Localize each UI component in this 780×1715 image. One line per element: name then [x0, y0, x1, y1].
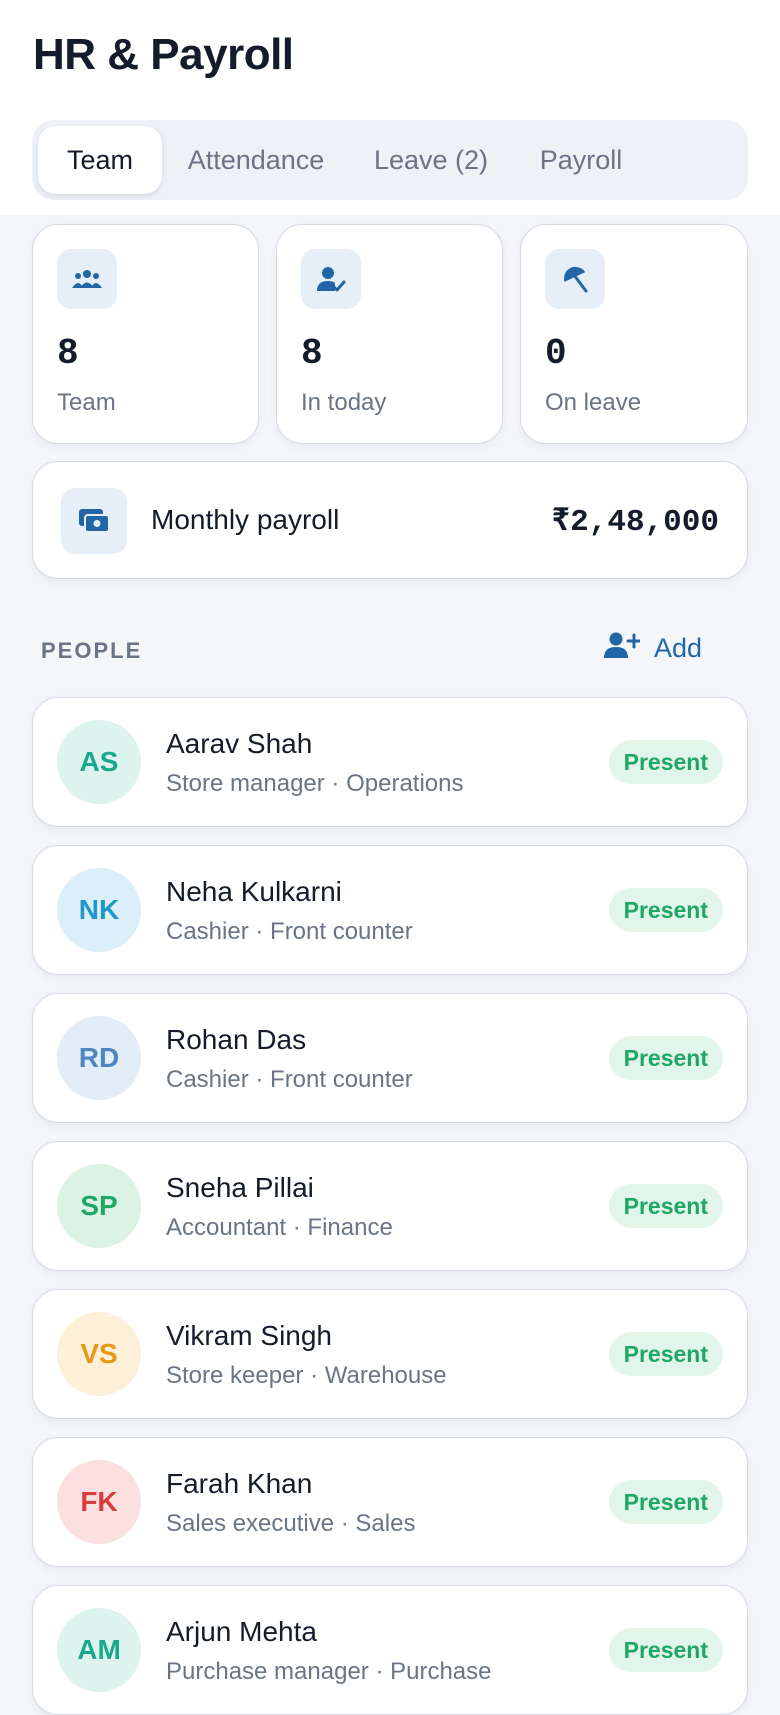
- person-card[interactable]: FK Farah Khan Sales executive · Sales Prese…: [32, 1437, 748, 1567]
- avatar: SP: [57, 1164, 141, 1248]
- stat-value: 0: [545, 333, 567, 374]
- avatar: RD: [57, 1016, 141, 1100]
- stat-label: In today: [301, 389, 387, 416]
- status-badge: Present: [608, 1480, 723, 1524]
- person-name: Neha Kulkarni: [166, 876, 342, 907]
- person-card[interactable]: AS Aarav Shah Store manager · Operations Pr…: [32, 697, 748, 827]
- avatar: FK: [57, 1460, 141, 1544]
- payroll-summary-card[interactable]: Monthly payroll ₹2,48,000: [32, 461, 748, 579]
- status-badge: Present: [608, 1628, 723, 1672]
- avatar: AS: [57, 720, 141, 804]
- stat-value: 8: [57, 333, 79, 374]
- payroll-label: Monthly payroll: [151, 504, 340, 535]
- avatar: NK: [57, 868, 141, 952]
- people-section-label: PEOPLE: [41, 638, 143, 663]
- person-name: Rohan Das: [166, 1024, 307, 1055]
- user-check-icon: [301, 249, 361, 309]
- status-badge: Present: [608, 740, 723, 784]
- status-badge: Present: [608, 1332, 723, 1376]
- add-person-button[interactable]: Add: [604, 628, 702, 668]
- stat-label: Team: [57, 389, 116, 416]
- stat-value: 8: [301, 333, 323, 374]
- tab-team[interactable]: Team: [38, 126, 162, 194]
- person-name: Arjun Mehta: [166, 1616, 317, 1647]
- person-card[interactable]: SP Sneha Pillai Accountant · Finance Presen…: [32, 1141, 748, 1271]
- money-icon: [61, 488, 127, 554]
- person-role: Cashier · Front counter: [166, 918, 413, 945]
- person-name: Farah Khan: [166, 1468, 313, 1499]
- tab-payroll[interactable]: Payroll: [522, 126, 640, 194]
- add-label: Add: [654, 632, 703, 663]
- top-bar: HR & Payroll Team Attendance Leave (2) P…: [0, 0, 780, 215]
- person-name: Aarav Shah: [166, 728, 313, 759]
- person-name: Vikram Singh: [166, 1320, 333, 1351]
- tab-bar: Team Attendance Leave (2) Payroll: [32, 120, 748, 200]
- person-role: Store manager · Operations: [166, 770, 464, 797]
- stat-card-team: 8 Team: [32, 224, 259, 444]
- person-card[interactable]: AM Arjun Mehta Purchase manager · Purchase…: [32, 1585, 748, 1715]
- person-role: Cashier · Front counter: [166, 1066, 413, 1093]
- person-role: Store keeper · Warehouse: [166, 1362, 447, 1389]
- person-card[interactable]: RD Rohan Das Cashier · Front counter Presen…: [32, 993, 748, 1123]
- person-role: Accountant · Finance: [166, 1214, 393, 1241]
- person-name: Sneha Pillai: [166, 1172, 314, 1203]
- team-icon: [57, 249, 117, 309]
- tab-attendance[interactable]: Attendance: [174, 126, 338, 194]
- person-card[interactable]: NK Neha Kulkarni Cashier · Front counter Pr…: [32, 845, 748, 975]
- payroll-amount: ₹2,48,000: [551, 505, 720, 540]
- umbrella-icon: [545, 249, 605, 309]
- add-user-icon: [604, 631, 642, 666]
- status-badge: Present: [608, 1036, 723, 1080]
- stat-card-on-leave: 0 On leave: [520, 224, 748, 444]
- avatar: VS: [57, 1312, 141, 1396]
- person-role: Sales executive · Sales: [166, 1510, 416, 1537]
- tab-leave[interactable]: Leave (2): [356, 126, 506, 194]
- stat-card-in-today: 8 In today: [276, 224, 503, 444]
- page-title: HR & Payroll: [33, 30, 294, 79]
- avatar: AM: [57, 1608, 141, 1692]
- status-badge: Present: [608, 888, 723, 932]
- person-card[interactable]: VS Vikram Singh Store keeper · Warehouse Pr…: [32, 1289, 748, 1419]
- status-badge: Present: [608, 1184, 723, 1228]
- person-role: Purchase manager · Purchase: [166, 1658, 492, 1685]
- stat-label: On leave: [545, 389, 642, 416]
